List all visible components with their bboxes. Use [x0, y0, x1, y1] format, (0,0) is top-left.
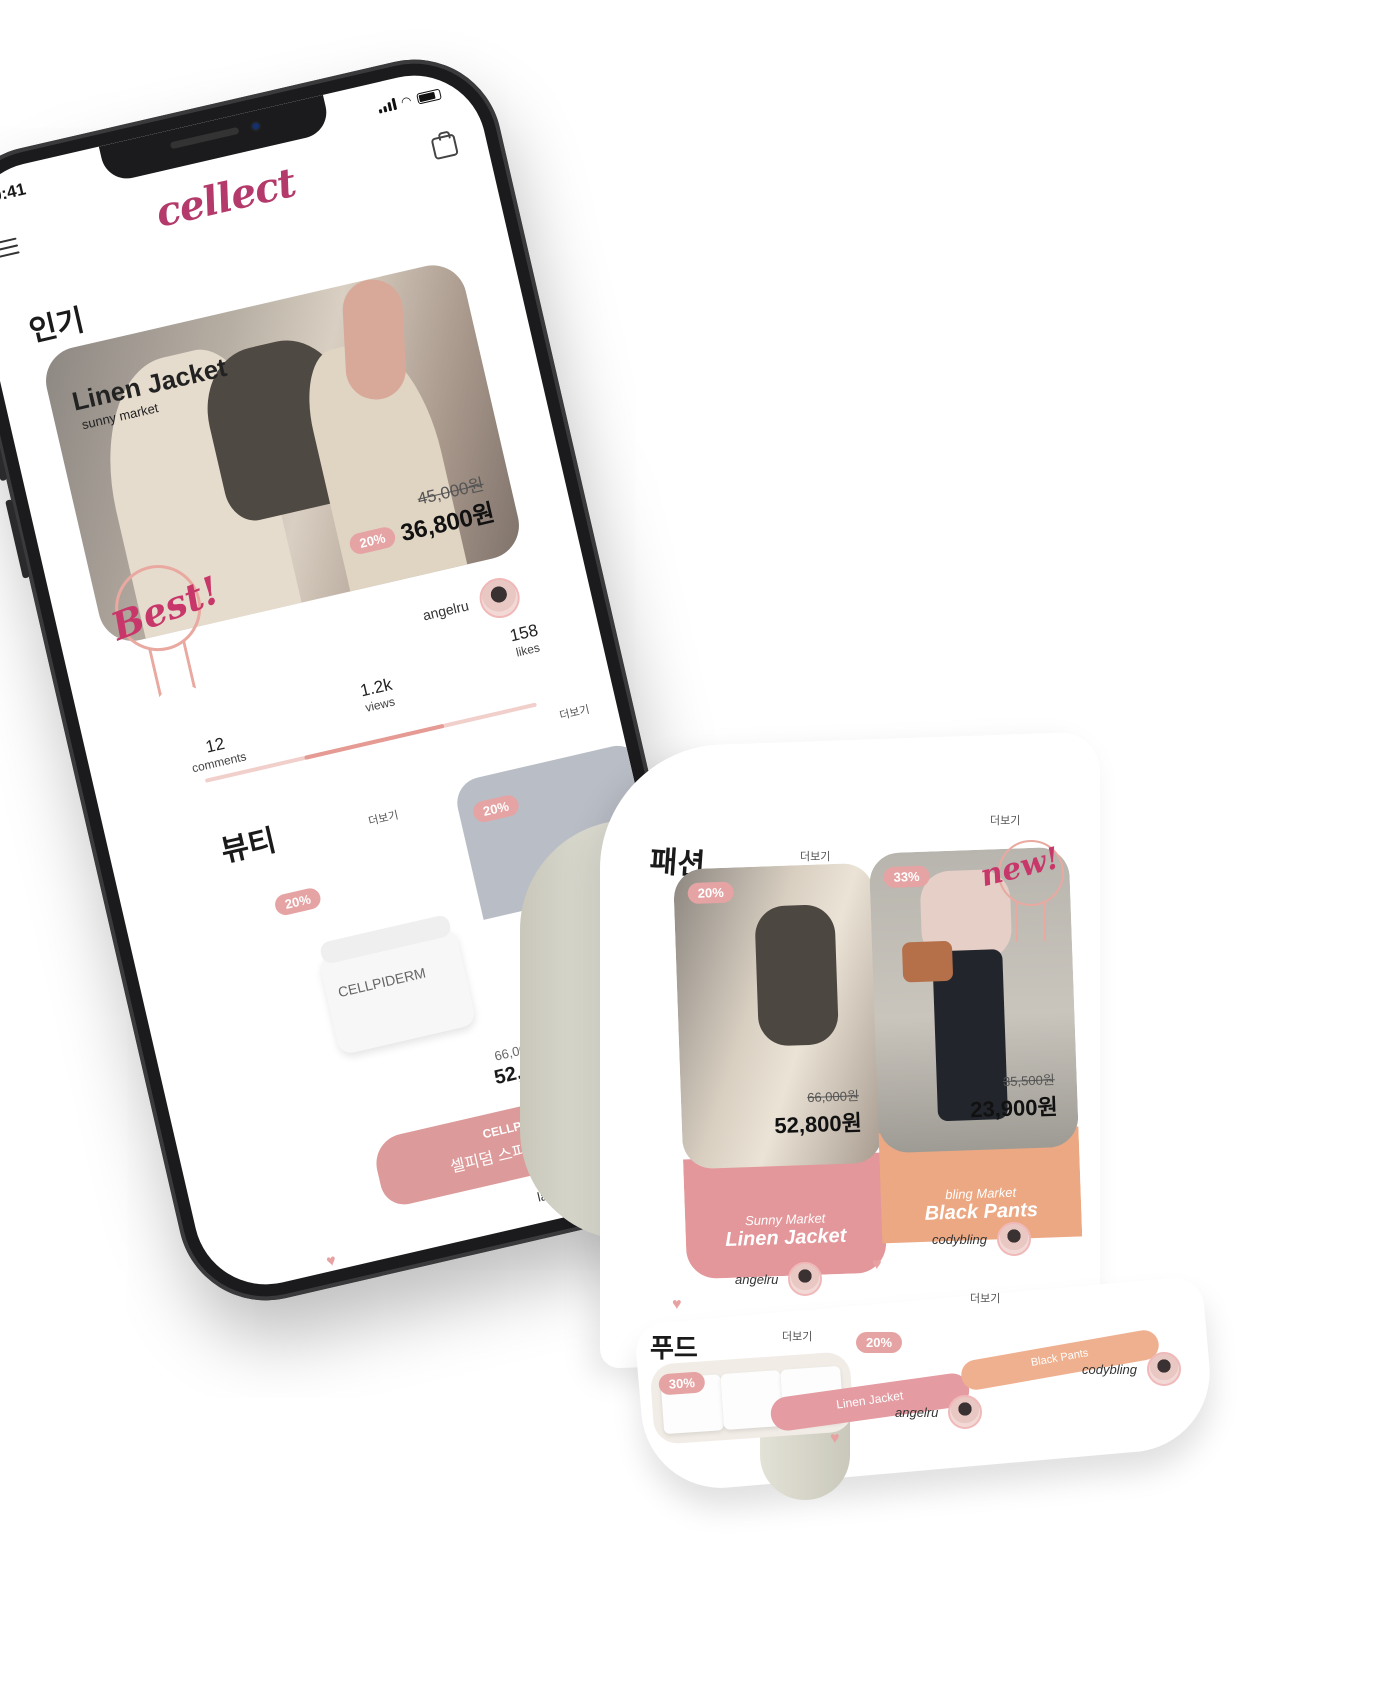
beauty-more-link[interactable]: 더보기: [367, 807, 400, 829]
signal-icon: [376, 97, 397, 114]
stat-views[interactable]: 1.2k views: [358, 675, 401, 735]
fashion-more-link[interactable]: 더보기: [800, 848, 830, 864]
app-logo[interactable]: cellect: [151, 159, 299, 237]
food-more-link[interactable]: 더보기: [782, 1328, 812, 1344]
card-footer: Sunny Market Linen Jacket: [683, 1152, 888, 1280]
discount-badge: 20%: [856, 1332, 903, 1353]
beauty-section-title: 뷰티: [218, 824, 280, 869]
seller-info[interactable]: angelru: [735, 1262, 823, 1296]
product-jar-image[interactable]: CELLPIDERM: [317, 913, 477, 1056]
food-more-link-2[interactable]: 더보기: [970, 1290, 1000, 1306]
beauty-more-link-2[interactable]: 더보기: [558, 701, 591, 723]
status-time: 9:41: [0, 179, 28, 206]
card-price: 23,900원: [969, 1094, 1059, 1123]
discount-badge: 20%: [687, 881, 735, 905]
seller-info[interactable]: codybling: [932, 1222, 1031, 1256]
avatar: [996, 1222, 1031, 1256]
volume-down-button: [5, 499, 30, 579]
discount-badge: 20%: [471, 793, 521, 825]
fashion-more-link-2[interactable]: 더보기: [990, 812, 1020, 828]
heart-icon[interactable]: ♥: [325, 1252, 338, 1272]
wifi-icon: ◠: [399, 93, 413, 110]
seller-name: angelru: [735, 1271, 779, 1287]
popular-section-title: 인기: [26, 303, 88, 349]
discount-badge: 30%: [658, 1371, 706, 1396]
card-original-price: 66,000원: [806, 1088, 860, 1106]
avatar: [1146, 1352, 1181, 1386]
stat-comments[interactable]: 12 comments: [186, 730, 248, 775]
heart-icon[interactable]: ♥: [830, 1430, 840, 1448]
seller-name: codybling: [1082, 1361, 1137, 1377]
discount-badge: 20%: [273, 886, 323, 918]
avatar: [788, 1262, 823, 1296]
menu-icon[interactable]: [0, 237, 20, 259]
status-icons: ◠: [376, 87, 442, 115]
seller-name: angelru: [421, 597, 471, 624]
avatar: [948, 1395, 983, 1429]
seller-name: angelru: [895, 1404, 939, 1420]
stats-row: 12 comments 1.2k views 158 likes: [177, 620, 552, 775]
heart-icon[interactable]: ♥: [672, 1296, 682, 1314]
cart-icon[interactable]: [430, 133, 459, 161]
discount-badge: 33%: [883, 865, 930, 889]
new-ribbon: new!: [977, 840, 1070, 950]
avatar: [475, 573, 524, 622]
jar-label: CELLPIDERM: [336, 964, 428, 1001]
product-image: 20% 66,000원 52,800원: [672, 862, 884, 1170]
seller-info[interactable]: angelru: [895, 1395, 983, 1429]
heart-icon[interactable]: ♥: [872, 1256, 882, 1274]
battery-icon: [415, 87, 442, 105]
seller-info[interactable]: codybling: [1082, 1352, 1181, 1386]
card-original-price: 35,500원: [1002, 1072, 1055, 1090]
food-section-title: 푸드: [650, 1333, 698, 1363]
fashion-card-linen-jacket[interactable]: Sunny Market Linen Jacket 20% 66,000원 52…: [672, 862, 888, 1280]
card-price: 52,800원: [773, 1110, 863, 1139]
volume-up-button: [0, 401, 8, 482]
seller-name: codybling: [932, 1231, 987, 1247]
stat-likes[interactable]: 158 likes: [508, 620, 552, 698]
